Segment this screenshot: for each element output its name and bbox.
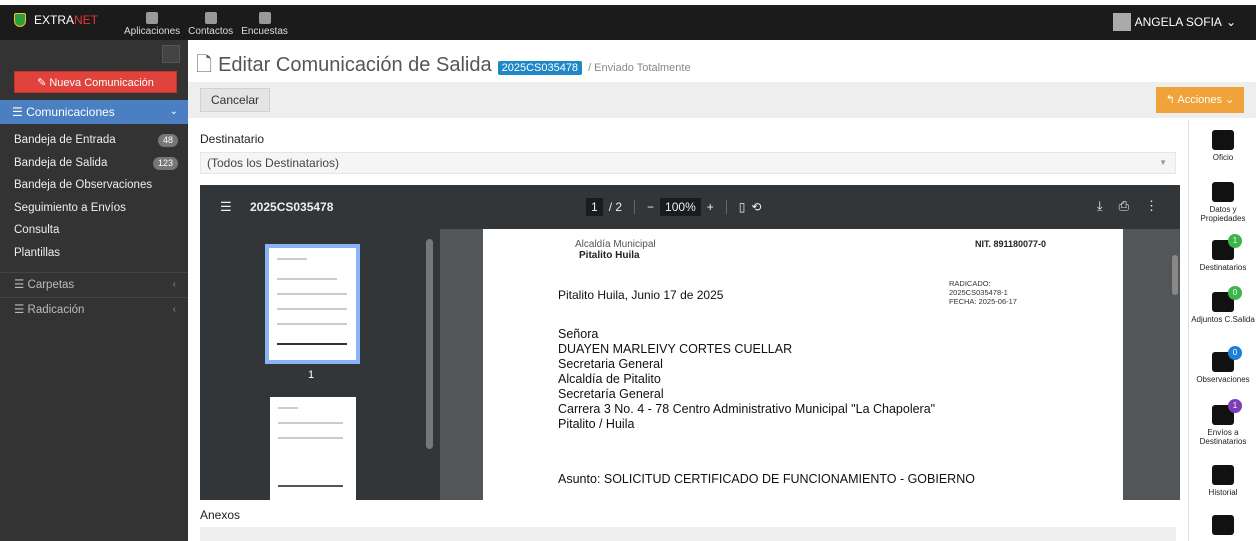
thumbnail-panel: 1 (200, 229, 440, 500)
zoom-in-icon[interactable]: + (707, 200, 714, 214)
page-title: 🗋 Editar Comunicación de Salida 2025CS03… (196, 50, 691, 84)
pdf-pager: 1 / 2 − 100% + ▯ ⟲ (586, 198, 761, 216)
nav-aplicaciones[interactable]: Aplicaciones (120, 5, 184, 40)
main-content: 🗋 Editar Comunicación de Salida 2025CS03… (188, 40, 1256, 541)
user-name: ANGELA SOFIA (1134, 15, 1222, 29)
user-menu[interactable]: ANGELA SOFIA ⌄ (1112, 13, 1236, 31)
count-badge: 1 (1228, 399, 1242, 413)
fit-page-icon[interactable]: ▯ (739, 200, 746, 214)
anexos-label: Anexos (200, 508, 241, 522)
toolbar: Cancelar ↰ Acciones ⌄ (188, 82, 1256, 118)
sidebar-item-bandeja-entrada[interactable]: Bandeja de Entrada 48 (0, 129, 188, 152)
sidebar-item-observaciones[interactable]: Bandeja de Observaciones (0, 174, 188, 197)
new-communication-button[interactable]: ✎ Nueva Comunicación (14, 71, 177, 93)
nav-encuestas[interactable]: Encuestas (237, 5, 292, 40)
thumbnail-page-number: 1 (308, 369, 315, 381)
destinatario-select[interactable]: (Todos los Destinatarios) ▼ (200, 152, 1176, 174)
rotate-icon[interactable]: ⟲ (751, 200, 761, 214)
download-icon[interactable]: ⤓ (1097, 198, 1103, 214)
count-badge: 48 (157, 134, 178, 147)
truck-icon: 1 (1212, 399, 1242, 425)
avatar (1112, 13, 1131, 31)
sidebar: ✎ Nueva Comunicación ☰ Comunicaciones ⌄ B… (0, 40, 188, 541)
rightbar-datos[interactable]: Datos y Propiedades (1189, 182, 1256, 223)
archive-icon (1212, 515, 1234, 535)
print-icon[interactable]: ⎙ (1119, 198, 1129, 214)
contacts-icon (204, 12, 217, 24)
radicado-stamp: RADICADO: 2025CS035478-1 FECHA: 2025-06-… (949, 279, 1017, 306)
sidebar-item-seguimiento[interactable]: Seguimiento a Envíos (0, 197, 188, 220)
sidebar-item-consulta[interactable]: Consulta (0, 219, 188, 242)
pdf-viewer: ☰ 2025CS035478 1 / 2 − 100% + ▯ ⟲ ⤓ ⎙ ⋮ (200, 185, 1180, 500)
comments-icon: 0 (1212, 346, 1242, 372)
right-toolbar: Oficio Datos y Propiedades 1 Destinatario… (1188, 120, 1256, 541)
pdf-actions: ⤓ ⎙ ⋮ (1097, 198, 1158, 214)
pdf-toolbar: ☰ 2025CS035478 1 / 2 − 100% + ▯ ⟲ ⤓ ⎙ ⋮ (200, 185, 1180, 229)
page-scrollbar[interactable] (1172, 255, 1178, 295)
top-nav: Aplicaciones Contactos Encuestas (120, 5, 292, 40)
rightbar-adjuntos[interactable]: 0 Adjuntos C.Salida (1189, 286, 1256, 324)
page-input[interactable]: 1 (586, 198, 603, 216)
rightbar-envios[interactable]: 1 Envíos a Destinatarios (1189, 399, 1256, 446)
rightbar-observaciones[interactable]: 0 Observaciones (1189, 346, 1256, 384)
brand-suffix: NET (74, 13, 99, 27)
chevron-left-icon: ‹ (172, 304, 176, 315)
document-icon (258, 12, 271, 24)
more-icon[interactable]: ⋮ (1145, 198, 1158, 214)
count-badge: 0 (1228, 286, 1242, 300)
sidebar-group-radicacion[interactable]: ☰ Radicación ‹ (0, 297, 188, 321)
sidebar-group-carpetas[interactable]: ☰ Carpetas ‹ (0, 272, 188, 296)
zoom-out-icon[interactable]: − (647, 200, 654, 214)
edit-icon (1212, 130, 1234, 150)
nav-contactos[interactable]: Contactos (184, 5, 237, 40)
brand-prefix: EXTRA (34, 13, 75, 27)
actions-button[interactable]: ↰ Acciones ⌄ (1156, 87, 1244, 113)
rightbar-oficio[interactable]: Oficio (1189, 130, 1256, 162)
count-badge: 1 (1228, 234, 1242, 248)
pdf-page: Alcaldía Municipal Pitalito Huila NIT. 8… (483, 229, 1123, 500)
thumbnail-page-2[interactable] (270, 397, 356, 500)
sidebar-item-plantillas[interactable]: Plantillas (0, 242, 188, 265)
shield-logo-icon (14, 13, 26, 27)
sidebar-toggle-icon[interactable] (162, 45, 180, 63)
cancel-button[interactable]: Cancelar (200, 88, 271, 112)
chevron-down-icon: ⌄ (169, 106, 178, 117)
chevron-down-icon: ▼ (1159, 158, 1167, 167)
count-badge: 123 (152, 156, 178, 170)
rightbar-archive[interactable] (1189, 515, 1256, 538)
user-icon: 1 (1212, 234, 1242, 260)
top-nav-bar: EXTRANET Aplicaciones Contactos Encuesta… (0, 5, 1256, 40)
top-bar: EXTRANET Aplicaciones Contactos Encuesta… (0, 0, 1256, 40)
status-badge: 2025CS035478 (497, 61, 583, 75)
sidebar-item-bandeja-salida[interactable]: Bandeja de Salida 123 (0, 152, 188, 175)
pencil-icon (146, 12, 159, 24)
recipient-address: Señora DUAYEN MARLEIVY CORTES CUELLAR Se… (558, 327, 936, 431)
paperclip-icon: 0 (1212, 286, 1242, 312)
zoom-level[interactable]: 100% (660, 198, 701, 216)
thumbnail-page-1[interactable] (265, 244, 360, 364)
thumbnail-scrollbar[interactable] (426, 239, 433, 449)
section-comunicaciones[interactable]: ☰ Comunicaciones ⌄ (0, 100, 188, 124)
destinatario-label: Destinatario (200, 132, 265, 146)
clock-icon (1212, 465, 1234, 485)
count-badge: 0 (1228, 346, 1242, 360)
anexos-panel (200, 527, 1176, 541)
file-icon: 🗋 (196, 54, 213, 76)
chevron-left-icon: ‹ (172, 279, 176, 290)
sidebar-menu: Bandeja de Entrada 48 Bandeja de Salida 12… (0, 129, 188, 264)
brand[interactable]: EXTRANET (14, 13, 98, 27)
menu-icon[interactable]: ☰ (220, 199, 232, 215)
rightbar-historial[interactable]: Historial (1189, 465, 1256, 497)
chevron-down-icon: ⌄ (1225, 15, 1236, 29)
grid-icon (1212, 182, 1234, 202)
pdf-filename: 2025CS035478 (250, 200, 334, 214)
rightbar-destinatarios[interactable]: 1 Destinatarios (1189, 234, 1256, 272)
